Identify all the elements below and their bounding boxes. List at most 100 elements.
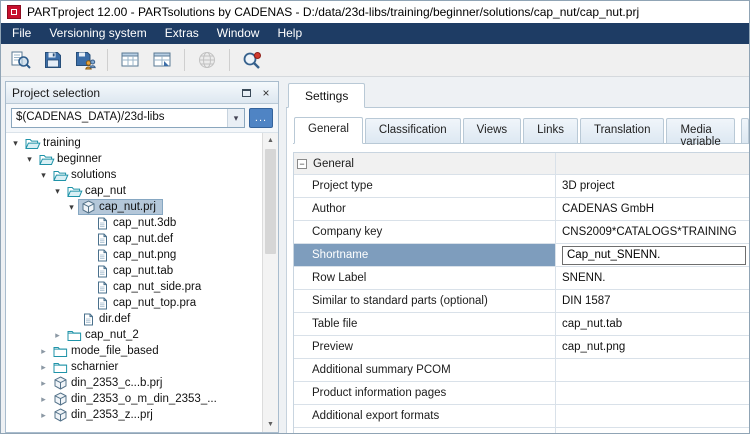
property-value[interactable]: [556, 244, 749, 266]
property-label[interactable]: Similar to standard parts (optional): [294, 290, 556, 312]
collapse-arrow-icon[interactable]: ▾: [9, 138, 22, 149]
tab-links[interactable]: Links: [523, 118, 578, 143]
property-value[interactable]: [556, 382, 749, 404]
globe-icon: [199, 52, 215, 68]
tab-views[interactable]: Views: [462, 118, 522, 143]
path-row: $(CADENAS_DATA)/23d-libs ▾ ...: [6, 104, 278, 133]
tree-item[interactable]: dir.def: [6, 311, 262, 327]
tab-media-variable[interactable]: Media variable: [666, 118, 735, 148]
table-window-button[interactable]: [116, 47, 144, 73]
property-value[interactable]: [556, 428, 749, 433]
menu-item-extras[interactable]: Extras: [156, 23, 208, 44]
globe-button[interactable]: [193, 47, 221, 73]
property-row: Similar to standard parts (optional) DIN …: [294, 290, 749, 313]
scroll-track[interactable]: [263, 148, 278, 417]
menu-item-window[interactable]: Window: [208, 23, 269, 44]
inspect-button[interactable]: [238, 47, 266, 73]
menu-item-help[interactable]: Help: [268, 23, 311, 44]
property-value[interactable]: cap_nut.png: [556, 336, 749, 358]
property-value[interactable]: cap_nut.tab: [556, 313, 749, 335]
arrow-up-icon: ▲: [267, 137, 274, 144]
property-label[interactable]: Product information pages: [294, 382, 556, 404]
tree-item[interactable]: ▾ cap_nut.prj: [6, 199, 262, 215]
menu-item-file[interactable]: File: [3, 23, 40, 44]
property-label[interactable]: Table file: [294, 313, 556, 335]
property-label[interactable]: Additional Datatables: [294, 428, 556, 433]
scroll-down-button[interactable]: ▼: [263, 417, 278, 432]
property-label[interactable]: Project type: [294, 175, 556, 197]
tree-item-label: cap_nut.prj: [99, 201, 156, 213]
browse-button[interactable]: ...: [249, 108, 273, 128]
scroll-thumb[interactable]: [265, 149, 276, 254]
collapse-arrow-icon[interactable]: ▾: [65, 202, 78, 213]
tree-item[interactable]: ▾ cap_nut: [6, 183, 262, 199]
file-icon: [94, 265, 111, 278]
expand-arrow-icon[interactable]: ▸: [37, 378, 50, 389]
file-icon: [94, 281, 111, 294]
expand-arrow-icon[interactable]: ▸: [37, 394, 50, 405]
tree-item[interactable]: cap_nut.3db: [6, 215, 262, 231]
path-combo[interactable]: $(CADENAS_DATA)/23d-libs ▾: [11, 108, 245, 128]
save-multiple-button[interactable]: [71, 47, 99, 73]
property-value[interactable]: 3D project: [556, 175, 749, 197]
menu-item-versioning-system[interactable]: Versioning system: [40, 23, 155, 44]
tab-classification[interactable]: Classification: [364, 118, 461, 143]
menu-bar: File Versioning system Extras Window Help: [1, 23, 749, 44]
settings-tab-row: Settings: [286, 81, 749, 108]
property-value[interactable]: [556, 405, 749, 427]
tree-scrollbar[interactable]: ▲ ▼: [262, 133, 278, 432]
tab-general[interactable]: General: [294, 117, 363, 144]
property-label[interactable]: Company key: [294, 221, 556, 243]
search-project-button[interactable]: [7, 47, 35, 73]
tree-item[interactable]: ▸ mode_file_based: [6, 343, 262, 359]
property-value[interactable]: CADENAS GmbH: [556, 198, 749, 220]
group-header-label-cell: − General: [294, 153, 556, 174]
property-label[interactable]: Preview: [294, 336, 556, 358]
collapse-arrow-icon[interactable]: ▾: [37, 170, 50, 181]
tab-translation[interactable]: Translation: [580, 118, 665, 143]
property-value[interactable]: SNENN.: [556, 267, 749, 289]
float-panel-button[interactable]: [237, 84, 255, 101]
property-label[interactable]: Shortname: [294, 244, 556, 266]
combo-dropdown-button[interactable]: ▾: [227, 109, 244, 127]
tree-item[interactable]: cap_nut.tab: [6, 263, 262, 279]
collapse-group-icon[interactable]: −: [297, 158, 307, 169]
collapse-arrow-icon[interactable]: ▾: [23, 154, 36, 165]
property-label[interactable]: Additional export formats: [294, 405, 556, 427]
property-label[interactable]: Additional summary PCOM: [294, 359, 556, 381]
shortname-input[interactable]: [562, 245, 746, 265]
property-label[interactable]: Row Label: [294, 267, 556, 289]
tree-item[interactable]: ▸ din_2353_c...b.prj: [6, 375, 262, 391]
save-button[interactable]: [39, 47, 67, 73]
tab-partial[interactable]: [740, 118, 749, 143]
scroll-up-button[interactable]: ▲: [263, 133, 278, 148]
property-value[interactable]: DIN 1587: [556, 290, 749, 312]
toolbar-separator: [184, 49, 185, 71]
collapse-arrow-icon[interactable]: ▾: [51, 186, 64, 197]
close-panel-button[interactable]: ×: [257, 84, 275, 101]
cube-icon: [52, 376, 69, 390]
tree-item[interactable]: ▸ cap_nut_2: [6, 327, 262, 343]
tree-item[interactable]: ▸ din_2353_z...prj: [6, 407, 262, 423]
tree-item-label: beginner: [57, 153, 102, 165]
tree-item[interactable]: ▸ din_2353_o_m_din_2353_...: [6, 391, 262, 407]
tree-item[interactable]: cap_nut_top.pra: [6, 295, 262, 311]
property-value[interactable]: [556, 359, 749, 381]
property-value[interactable]: CNS2009*CATALOGS*TRAINING: [556, 221, 749, 243]
table-window-alt-button[interactable]: [148, 47, 176, 73]
expand-arrow-icon[interactable]: ▸: [37, 362, 50, 373]
tree-item[interactable]: cap_nut.png: [6, 247, 262, 263]
tree-item[interactable]: ▸ scharnier: [6, 359, 262, 375]
expand-arrow-icon[interactable]: ▸: [51, 330, 64, 341]
expand-arrow-icon[interactable]: ▸: [37, 346, 50, 357]
tree-item[interactable]: cap_nut.def: [6, 231, 262, 247]
group-header-value-cell: [556, 153, 749, 174]
property-label[interactable]: Author: [294, 198, 556, 220]
tree-item[interactable]: ▾ solutions: [6, 167, 262, 183]
tree-item[interactable]: ▾ training: [6, 135, 262, 151]
tree-item[interactable]: ▾ beginner: [6, 151, 262, 167]
expand-arrow-icon[interactable]: ▸: [37, 410, 50, 421]
tree-item[interactable]: cap_nut_side.pra: [6, 279, 262, 295]
property-row: Table file cap_nut.tab: [294, 313, 749, 336]
tab-settings[interactable]: Settings: [288, 83, 366, 108]
